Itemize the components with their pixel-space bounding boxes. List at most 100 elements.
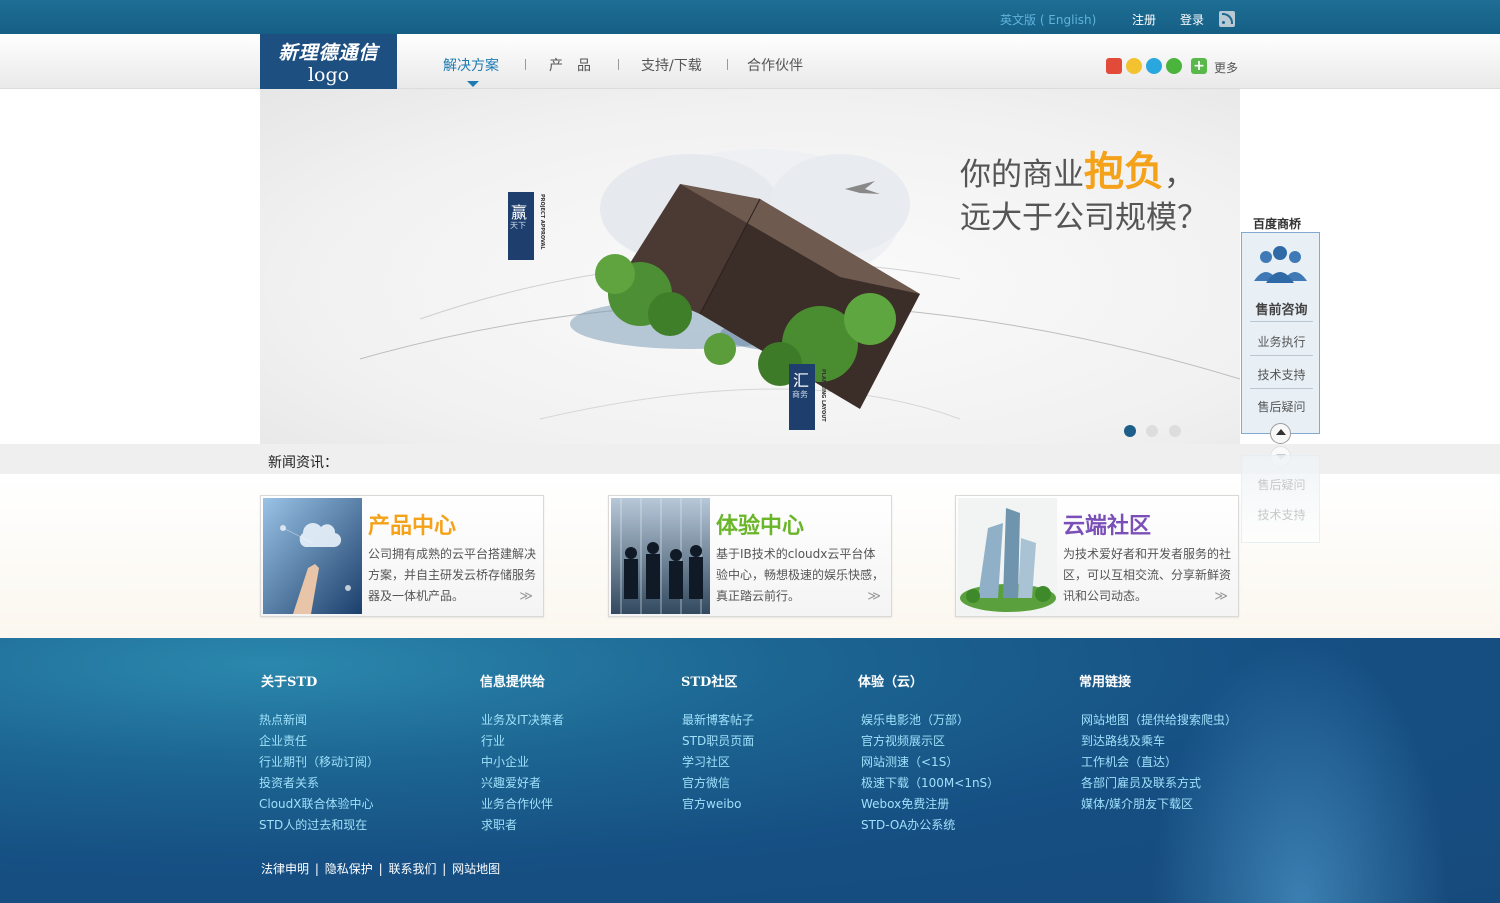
footer-heading: 关于STD <box>261 675 318 690</box>
footer-link[interactable]: STD-OA办公系统 <box>861 816 955 833</box>
english-version-link[interactable]: 英文版 ( English) <box>1000 11 1096 28</box>
legal-separator: | <box>442 862 447 876</box>
footer-link[interactable]: 热点新闻 <box>259 711 307 728</box>
footer-link[interactable]: 工作机会（直达） <box>1081 753 1177 770</box>
footer-link[interactable]: 各部门雇员及联系方式 <box>1081 774 1201 791</box>
card-more-icon[interactable]: ≫ <box>519 589 533 604</box>
footer-link[interactable]: 官方视频展示区 <box>861 732 945 749</box>
footer-link[interactable]: 行业期刊（移动订阅） <box>259 753 379 770</box>
site-logo[interactable]: 新理德通信 logo <box>260 34 397 89</box>
footer-link[interactable]: 中小企业 <box>481 753 529 770</box>
footer-link[interactable]: 兴趣爱好者 <box>481 774 541 791</box>
footer-heading: 信息提供给 <box>480 675 546 690</box>
footer-link[interactable]: 官方weibo <box>682 795 742 812</box>
banner-slogan-line2: 远大于公司规模？ <box>960 200 1208 236</box>
legal-separator: | <box>314 862 319 876</box>
footer-link[interactable]: Webox免费注册 <box>861 795 949 812</box>
hero-banner[interactable]: 赢 天下 PROJECT APPROVAL 汇 商务 PLANNING LAYO… <box>260 89 1240 444</box>
nav-item-support-download[interactable]: 支持/下载 <box>641 55 702 75</box>
side-item-business[interactable]: 业务执行 <box>1249 333 1314 350</box>
badge-bottom-vertical: PLANNING LAYOUT <box>820 369 826 422</box>
slide-dot-3[interactable] <box>1169 425 1181 437</box>
side-item-presales[interactable]: 售前咨询 <box>1249 299 1314 318</box>
nav-item-solutions[interactable]: 解决方案 <box>443 55 499 75</box>
footer-link[interactable]: 娱乐电影池（万部） <box>861 711 969 728</box>
footer-link[interactable]: STD职员页面 <box>682 732 754 749</box>
footer-link[interactable]: 求职者 <box>481 816 517 833</box>
badge-top-vertical: PROJECT APPROVAL <box>539 194 545 250</box>
feature-card-experience[interactable]: 体验中心 基于IB技术的cloudx云平台体验中心，畅想极速的娱乐快感，真正踏云… <box>608 495 892 617</box>
rss-icon[interactable] <box>1219 11 1235 27</box>
nav-separator <box>727 59 728 70</box>
footer-link[interactable]: 网站地图（提供给搜索爬虫） <box>1081 711 1237 728</box>
side-item-aftersales[interactable]: 售后疑问 <box>1249 398 1314 415</box>
weibo-icon[interactable] <box>1106 58 1122 74</box>
logo-subtext: logo <box>307 64 350 86</box>
slogan-prefix: 你的商业 <box>960 157 1084 193</box>
wechat-icon[interactable] <box>1166 58 1182 74</box>
share-more-link[interactable]: 更多 <box>1214 59 1238 76</box>
sitemap-link[interactable]: 网站地图 <box>452 862 500 876</box>
card-more-icon[interactable]: ≫ <box>867 589 881 604</box>
slogan-highlight: 抱负 <box>1084 148 1164 195</box>
plus-icon[interactable]: + <box>1191 58 1207 74</box>
register-link[interactable]: 注册 <box>1132 11 1156 28</box>
card-description: 基于IB技术的cloudx云平台体验中心，畅想极速的娱乐快感，真正踏云前行。 <box>716 547 885 603</box>
slogan-suffix: ， <box>1164 157 1195 193</box>
customer-service-icon <box>1254 246 1307 283</box>
nav-item-products[interactable]: 产 品 <box>549 55 591 75</box>
nav-separator <box>618 59 619 70</box>
nav-separator <box>525 59 526 70</box>
card-description: 为技术爱好者和开发者服务的社区，可以互相交流、分享新鲜资讯和公司动态。 <box>1063 547 1232 603</box>
nav-item-partners[interactable]: 合作伙伴 <box>747 55 803 75</box>
footer-link[interactable]: 企业责任 <box>259 732 307 749</box>
feature-card-community[interactable]: 云端社区 为技术爱好者和开发者服务的社区，可以互相交流、分享新鲜资讯和公司动态。… <box>955 495 1239 617</box>
footer-link[interactable]: 行业 <box>481 732 505 749</box>
footer-heading: 常用链接 <box>1079 675 1132 690</box>
badge-bottom-sub: 商务 <box>792 390 808 399</box>
card-title: 产品中心 <box>368 514 457 539</box>
footer-link[interactable]: STD人的过去和现在 <box>259 816 367 833</box>
footer-link[interactable]: 业务合作伙伴 <box>481 795 553 812</box>
card-more-icon[interactable]: ≫ <box>1214 589 1228 604</box>
divider <box>1250 321 1313 322</box>
footer-link[interactable]: 网站测速（<1S） <box>861 753 958 770</box>
footer-link[interactable]: 媒体/媒介朋友下载区 <box>1081 795 1193 812</box>
footer-link[interactable]: 极速下载（100M<1nS） <box>861 774 999 791</box>
footer-glow <box>1150 638 1450 903</box>
divider <box>1250 355 1313 356</box>
footer-link[interactable]: 业务及IT决策者 <box>481 711 564 728</box>
footer-link[interactable]: 到达路线及乘车 <box>1081 732 1165 749</box>
footer-link[interactable]: 最新博客帖子 <box>682 711 754 728</box>
feature-card-products[interactable]: 产品中心 公司拥有成熟的云平台搭建解决方案，并自主研发云桥存储服务器及一体机产品… <box>260 495 544 617</box>
qzone-icon[interactable] <box>1126 58 1142 74</box>
side-item-tech-support[interactable]: 技术支持 <box>1249 366 1314 383</box>
card-description: 公司拥有成熟的云平台搭建解决方案，并自主研发云桥存储服务器及一体机产品。 <box>368 547 537 603</box>
news-label: 新闻资讯： <box>268 455 338 471</box>
slide-dot-1[interactable] <box>1124 425 1136 437</box>
footer-link[interactable]: CloudX联合体验中心 <box>259 795 374 812</box>
scroll-up-icon[interactable] <box>1270 423 1291 444</box>
active-nav-indicator <box>467 81 479 87</box>
badge-bottom-char: 汇 <box>793 371 810 390</box>
footer-heading: STD社区 <box>681 675 738 690</box>
footer-legal-links: 法律申明 | 隐私保护 | 联系我们 | 网站地图 <box>261 860 500 877</box>
login-link[interactable]: 登录 <box>1180 11 1204 28</box>
online-consult-widget: 售前咨询 业务执行 技术支持 售后疑问 <box>1241 232 1320 434</box>
contact-link[interactable]: 联系我们 <box>388 862 436 876</box>
footer-link[interactable]: 官方微信 <box>682 774 730 791</box>
ghost-item: 售后疑问 <box>1257 478 1306 492</box>
legal-link[interactable]: 法律申明 <box>261 862 309 876</box>
footer-link[interactable]: 学习社区 <box>682 753 730 770</box>
badge-top-sub: 天下 <box>510 221 526 230</box>
privacy-link[interactable]: 隐私保护 <box>325 862 373 876</box>
slide-dot-2[interactable] <box>1146 425 1158 437</box>
cloud-touch-image <box>263 498 362 614</box>
card-title: 体验中心 <box>716 514 805 539</box>
qq-icon[interactable] <box>1146 58 1162 74</box>
card-title: 云端社区 <box>1063 514 1152 539</box>
business-team-image <box>611 498 710 614</box>
footer-link[interactable]: 投资者关系 <box>259 774 319 791</box>
footer-heading: 体验（云） <box>858 675 924 690</box>
city-towers-image <box>958 498 1057 614</box>
